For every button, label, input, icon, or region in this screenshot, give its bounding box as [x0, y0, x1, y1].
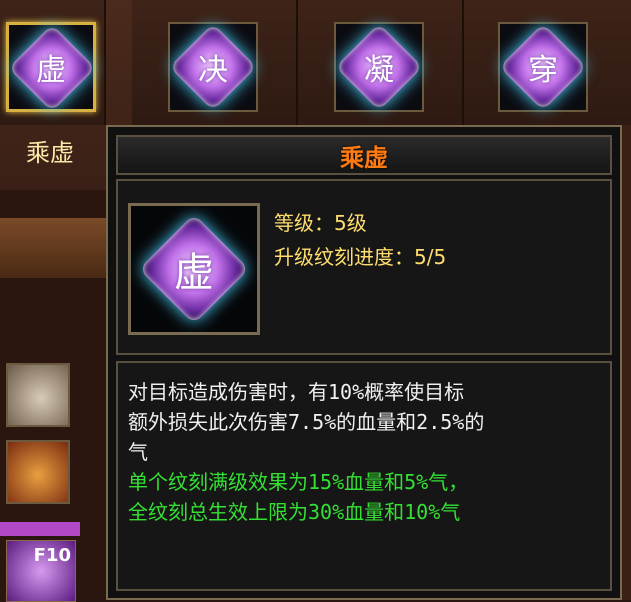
slot-column-4: 穿: [464, 0, 631, 125]
rune-char: 虚: [174, 250, 214, 296]
rune-char: 凝: [364, 53, 394, 88]
desc-line: 气: [128, 440, 148, 464]
tooltip-description: 对目标造成伤害时，有10%概率使目标 额外损失此次伤害7.5%的血量和2.5%的…: [116, 361, 612, 591]
desc-line: 对目标造成伤害时，有10%概率使目标: [128, 380, 465, 404]
tooltip-info: 虚 等级：5级 升级纹刻进度：5/5: [116, 179, 612, 355]
slot-column-2: 决: [132, 0, 298, 125]
tooltip-rune-icon: 虚: [128, 203, 260, 335]
rune-slot-3[interactable]: 凝: [334, 22, 424, 112]
wood-band: [0, 218, 108, 278]
rune-slot-4[interactable]: 穿: [498, 22, 588, 112]
rune-char: 决: [198, 53, 228, 88]
tooltip-header: 乘虚: [116, 135, 612, 175]
skill-bar-edge: [0, 522, 80, 536]
tooltip-title: 乘虚: [340, 142, 388, 172]
rune-slot-2[interactable]: 决: [168, 22, 258, 112]
level-line: 等级：5级: [274, 211, 367, 235]
bonus-line: 全纹刻总生效上限为30%血量和10%气: [128, 500, 461, 524]
slot-column-1: 虚 乘虚: [0, 0, 106, 167]
progress-line: 升级纹刻进度：5/5: [274, 245, 447, 269]
hotkey-label: F10: [33, 545, 71, 566]
bonus-line: 单个纹刻满级效果为15%血量和5%气，: [128, 470, 469, 494]
slot-column-3: 凝: [298, 0, 464, 125]
treasure-chest-icon[interactable]: [6, 440, 70, 504]
selected-rune-label: 乘虚: [26, 139, 74, 167]
rune-char: 虚: [36, 53, 66, 88]
rune-slot-1[interactable]: 虚: [6, 22, 96, 112]
desc-line: 额外损失此次伤害7.5%的血量和2.5%的: [128, 410, 485, 434]
f10-skill-slot[interactable]: F10: [6, 540, 76, 602]
rune-tooltip: 乘虚 虚 等级：5级 升级纹刻进度：5/5 对目标造成伤害时，有10%概率使目标…: [106, 125, 622, 600]
rune-char: 穿: [528, 53, 558, 88]
horse-icon[interactable]: [6, 363, 70, 427]
right-edge: [622, 125, 631, 600]
